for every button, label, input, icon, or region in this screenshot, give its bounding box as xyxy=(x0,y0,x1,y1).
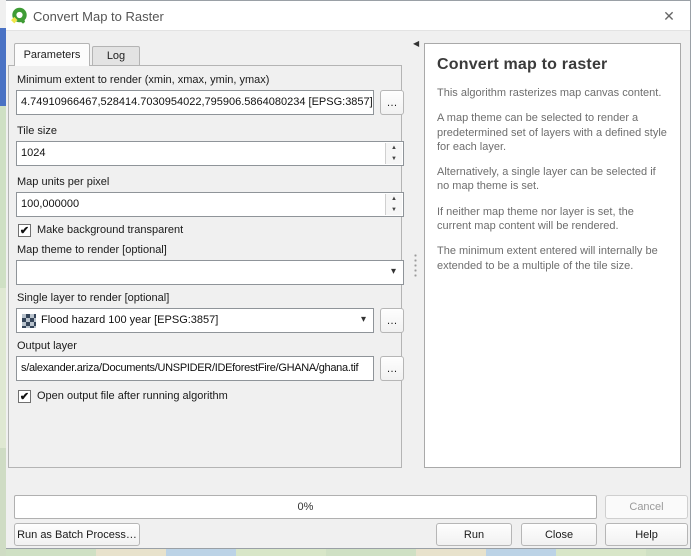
transparent-checkbox[interactable]: ✔ xyxy=(18,224,31,237)
extent-label: Minimum extent to render (xmin, xmax, ym… xyxy=(17,74,269,86)
output-layer-browse-button[interactable]: … xyxy=(380,356,404,381)
help-title: Convert map to raster xyxy=(437,56,668,74)
help-panel: Convert map to raster This algorithm ras… xyxy=(424,43,681,468)
help-paragraph: Alternatively, a single layer can be sel… xyxy=(437,165,668,194)
transparent-checkbox-row: ✔ Make background transparent xyxy=(18,224,398,238)
map-theme-select[interactable]: ▾ xyxy=(16,260,404,285)
tile-size-label: Tile size xyxy=(17,125,57,137)
tab-parameters[interactable]: Parameters xyxy=(14,43,90,66)
convert-map-to-raster-dialog: Convert Map to Raster ✕ Parameters Log M… xyxy=(6,0,691,549)
run-button[interactable]: Run xyxy=(436,523,512,546)
extent-input[interactable]: 4.74910966467,528414.7030954022,795906.5… xyxy=(16,90,374,115)
transparent-checkbox-label: Make background transparent xyxy=(37,224,183,237)
splitter-handle-dots xyxy=(414,253,417,277)
panel-splitter[interactable] xyxy=(408,43,422,468)
single-layer-value: Flood hazard 100 year [EPSG:3857] xyxy=(41,309,353,332)
check-icon: ✔ xyxy=(20,225,29,237)
map-units-label: Map units per pixel xyxy=(17,176,109,188)
chevron-down-icon: ▾ xyxy=(391,266,396,277)
tab-log[interactable]: Log xyxy=(92,46,140,66)
open-output-checkbox-row: ✔ Open output file after running algorit… xyxy=(18,390,398,404)
map-theme-label: Map theme to render [optional] xyxy=(17,244,167,256)
single-layer-label: Single layer to render [optional] xyxy=(17,292,169,304)
tile-size-spinner: ▲▼ xyxy=(385,143,402,164)
title-bar[interactable]: Convert Map to Raster ✕ xyxy=(6,1,690,31)
help-paragraph: This algorithm rasterizes map canvas con… xyxy=(437,86,668,100)
output-layer-label: Output layer xyxy=(17,340,77,352)
screen: Convert Map to Raster ✕ Parameters Log M… xyxy=(0,0,691,556)
extent-browse-button[interactable]: … xyxy=(380,90,404,115)
close-window-icon[interactable]: ✕ xyxy=(660,7,678,25)
parameters-panel: Minimum extent to render (xmin, xmax, ym… xyxy=(8,65,402,468)
run-as-batch-button[interactable]: Run as Batch Process… xyxy=(14,523,140,546)
help-paragraph: A map theme can be selected to render a … xyxy=(437,111,668,154)
help-paragraph: The minimum extent entered will internal… xyxy=(437,244,668,273)
spinner-down-icon[interactable]: ▼ xyxy=(386,205,402,216)
spinner-up-icon[interactable]: ▲ xyxy=(386,143,402,154)
tile-size-value: 1024 xyxy=(21,147,45,159)
progress-bar: 0% xyxy=(14,495,597,519)
map-units-input[interactable]: 100,000000 ▲▼ xyxy=(16,192,404,217)
chevron-down-icon: ▾ xyxy=(361,314,366,325)
map-units-value: 100,000000 xyxy=(21,198,79,210)
single-layer-select[interactable]: Flood hazard 100 year [EPSG:3857] ▾ xyxy=(16,308,374,333)
help-button[interactable]: Help xyxy=(605,523,688,546)
cancel-button[interactable]: Cancel xyxy=(605,495,688,519)
background-map-sliver-bottom xyxy=(6,549,691,556)
tile-size-input[interactable]: 1024 ▲▼ xyxy=(16,141,404,166)
raster-layer-icon xyxy=(22,314,36,328)
map-units-spinner: ▲▼ xyxy=(385,194,402,215)
output-layer-input[interactable]: s/alexander.ariza/Documents/UNSPIDER/IDE… xyxy=(16,356,374,381)
open-output-checkbox[interactable]: ✔ xyxy=(18,390,31,403)
spinner-up-icon[interactable]: ▲ xyxy=(386,194,402,205)
spinner-down-icon[interactable]: ▼ xyxy=(386,154,402,165)
progress-value: 0% xyxy=(15,496,596,518)
open-output-checkbox-label: Open output file after running algorithm xyxy=(37,390,228,403)
qgis-logo-icon xyxy=(11,7,28,24)
help-paragraph: If neither map theme nor layer is set, t… xyxy=(437,205,668,234)
check-icon: ✔ xyxy=(20,391,29,403)
single-layer-browse-button[interactable]: … xyxy=(380,308,404,333)
close-button[interactable]: Close xyxy=(521,523,597,546)
window-title: Convert Map to Raster xyxy=(33,9,164,24)
